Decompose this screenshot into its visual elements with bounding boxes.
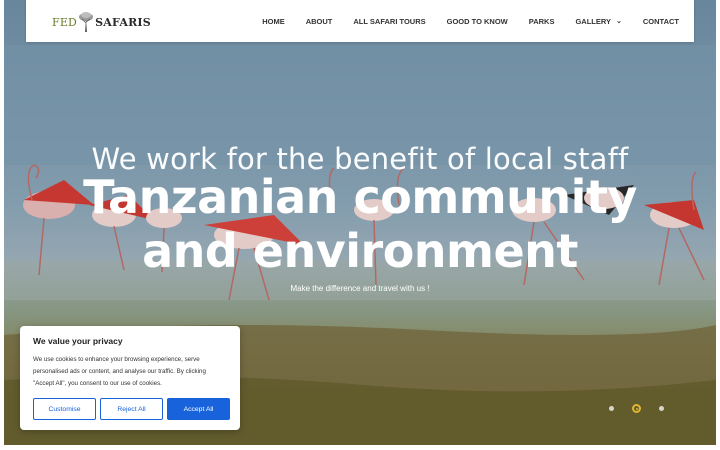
- nav-parks[interactable]: PARKS: [529, 17, 555, 26]
- nav-gallery[interactable]: GALLERY ⌄: [575, 17, 621, 26]
- main-menu: HOME ABOUT ALL SAFARI TOURS GOOD TO KNOW…: [241, 0, 679, 42]
- chevron-down-icon: ⌄: [616, 18, 622, 25]
- nav-contact[interactable]: CONTACT: [643, 17, 679, 26]
- logo-text-right: SAFARIS: [95, 15, 151, 29]
- slider-dot-3[interactable]: [659, 406, 664, 411]
- hero-heading-line1: Tanzanian community: [83, 170, 637, 224]
- nav-all-safari-tours[interactable]: ALL SAFARI TOURS: [353, 17, 425, 26]
- accept-all-button[interactable]: Accept All: [167, 398, 230, 420]
- logo-text-left: FED: [52, 15, 78, 29]
- nav-good-to-know[interactable]: GOOD TO KNOW: [447, 17, 508, 26]
- brand-logo[interactable]: FED SAFARIS: [52, 9, 151, 35]
- slider-dot-1[interactable]: [609, 406, 614, 411]
- acacia-tree-icon: [79, 12, 94, 32]
- nav-about[interactable]: ABOUT: [306, 17, 333, 26]
- hero-heading-line2: and environment: [142, 224, 578, 278]
- hero-tagline: Make the difference and travel with us !: [290, 284, 430, 293]
- nav-gallery-label: GALLERY: [575, 16, 612, 26]
- slider-pagination: [600, 404, 673, 413]
- slider-dot-2-active[interactable]: [632, 404, 641, 413]
- nav-home[interactable]: HOME: [262, 17, 285, 26]
- cookie-consent-banner: We value your privacy We use cookies to …: [20, 326, 240, 430]
- top-navbar: FED SAFARIS HOME ABOUT ALL SAFARI TOURS …: [26, 0, 694, 42]
- cookie-description: We use cookies to enhance your browsing …: [33, 356, 206, 387]
- customise-button[interactable]: Customise: [33, 398, 96, 420]
- reject-all-button[interactable]: Reject All: [100, 398, 163, 420]
- cookie-actions: Customise Reject All Accept All: [33, 398, 230, 420]
- cookie-title: We value your privacy: [33, 336, 123, 346]
